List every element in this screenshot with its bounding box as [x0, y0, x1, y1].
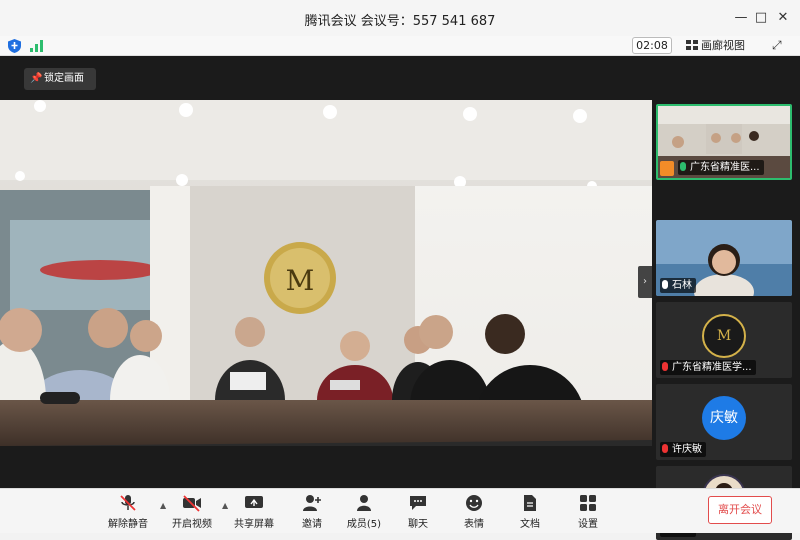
- invite-label: 邀请: [302, 519, 322, 530]
- mic-icon: [662, 280, 668, 289]
- settings-label: 设置: [578, 519, 598, 530]
- meeting-toolbar: 解除静音 ▲ 开启视频 ▲ 共享屏幕 邀请 成员(5) 聊天 表情 文档 设置 …: [0, 488, 800, 533]
- chat-label: 聊天: [408, 519, 428, 530]
- participant-name-tag: 许庆敏: [660, 442, 706, 457]
- avatar-text: M: [716, 328, 732, 344]
- participant-name: 广东省精准医...: [690, 162, 760, 173]
- fullscreen-icon[interactable]: ⤢: [772, 38, 786, 52]
- meeting-timer: 02:08: [632, 37, 672, 54]
- participant-name-tag: 广东省精准医学...: [660, 360, 756, 375]
- docs-label: 文档: [520, 519, 540, 530]
- grid-icon: [686, 40, 698, 50]
- minimize-button[interactable]: —: [732, 9, 750, 27]
- start-video-label: 开启视频: [172, 519, 212, 530]
- chat-icon: [410, 496, 426, 510]
- mic-speaking-icon: [680, 162, 686, 171]
- lock-view-button[interactable]: 📌 锁定画面: [24, 68, 96, 90]
- video-stage: 📌 锁定画面 M › 广东省精准医... 石林 M 广东省精准医学... 庆敏 …: [0, 56, 800, 540]
- mic-muted-icon: [662, 444, 668, 453]
- mic-muted-icon: [120, 495, 136, 511]
- pin-icon: 📌: [30, 73, 43, 84]
- wall-logo-text: M: [286, 264, 315, 297]
- window-title: 腾讯会议 会议号：557 541 687: [304, 14, 496, 29]
- avatar-text: 庆敏: [710, 410, 738, 426]
- members-label: 成员(5): [346, 519, 382, 530]
- reaction-label: 表情: [464, 519, 484, 530]
- members-icon: [357, 495, 371, 511]
- settings-button[interactable]: 设置: [558, 494, 618, 532]
- participant-tile[interactable]: M 广东省精准医学...: [656, 302, 792, 378]
- participant-name-tag: 广东省精准医...: [678, 160, 764, 175]
- invite-button[interactable]: 邀请: [282, 494, 342, 532]
- share-screen-label: 共享屏幕: [234, 519, 274, 530]
- collapse-sidebar-button[interactable]: ›: [638, 266, 652, 298]
- participant-tile[interactable]: 庆敏 许庆敏: [656, 384, 792, 460]
- mic-muted-icon: [662, 362, 668, 371]
- participant-name-tag: 石林: [660, 278, 696, 293]
- participant-name: 石林: [672, 280, 692, 291]
- avatar: 庆敏: [702, 396, 746, 440]
- chat-button[interactable]: 聊天: [388, 494, 448, 532]
- title-bar: 腾讯会议 会议号：557 541 687 — □ ✕: [0, 0, 800, 36]
- unmute-button[interactable]: 解除静音: [98, 494, 158, 532]
- orange-person-icon: [660, 161, 674, 176]
- signal-icon[interactable]: [30, 40, 44, 52]
- participant-name: 许庆敏: [672, 444, 702, 455]
- smiley-icon: [466, 495, 482, 511]
- participant-tile[interactable]: 石林: [656, 220, 792, 296]
- add-user-icon: [303, 495, 321, 511]
- lock-view-label: 锁定画面: [44, 73, 84, 84]
- docs-button[interactable]: 文档: [500, 494, 560, 532]
- participant-name: 广东省精准医学...: [672, 362, 752, 373]
- participant-tile[interactable]: 广东省精准医...: [656, 104, 792, 180]
- shield-icon[interactable]: [8, 39, 21, 53]
- main-video[interactable]: M: [0, 100, 652, 446]
- status-bar: 02:08 画廊视图 ⤢: [0, 36, 800, 56]
- leave-meeting-button[interactable]: 离开会议: [708, 496, 772, 524]
- maximize-button[interactable]: □: [752, 9, 770, 27]
- reaction-button[interactable]: 表情: [444, 494, 504, 532]
- gallery-view-button[interactable]: 画廊视图: [686, 37, 766, 54]
- close-button[interactable]: ✕: [774, 9, 792, 27]
- share-screen-button[interactable]: 共享屏幕: [224, 494, 284, 532]
- avatar: M: [702, 314, 746, 358]
- video-off-icon: [183, 495, 201, 512]
- gallery-view-label: 画廊视图: [701, 39, 745, 52]
- members-button[interactable]: 成员(5): [334, 494, 394, 532]
- document-icon: [524, 495, 536, 511]
- share-screen-icon: [245, 496, 263, 508]
- unmute-label: 解除静音: [108, 519, 148, 530]
- start-video-button[interactable]: 开启视频: [162, 494, 222, 532]
- settings-grid-icon: [580, 495, 596, 511]
